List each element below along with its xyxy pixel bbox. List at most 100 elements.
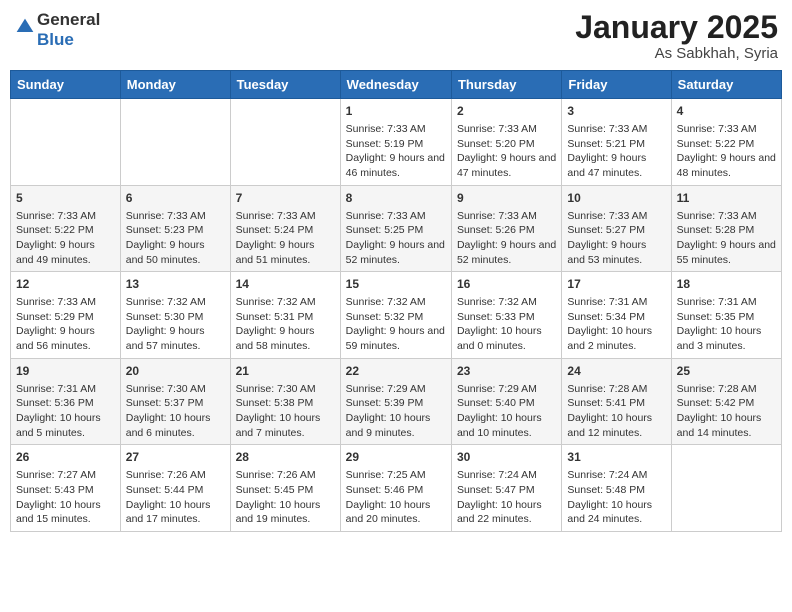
calendar-cell: 3Sunrise: 7:33 AMSunset: 5:21 PMDaylight… (562, 99, 671, 186)
calendar-cell: 30Sunrise: 7:24 AMSunset: 5:47 PMDayligh… (451, 445, 561, 532)
day-info: Sunset: 5:30 PM (126, 310, 225, 325)
day-number: 1 (346, 103, 446, 120)
day-info: Sunset: 5:24 PM (236, 223, 335, 238)
calendar-cell (11, 99, 121, 186)
day-info: Sunset: 5:22 PM (16, 223, 115, 238)
day-number: 25 (677, 363, 776, 380)
calendar-cell: 26 Sunrise: 7:27 AMSunset: 5:43 PMDayligh… (11, 445, 121, 532)
calendar-cell: 28Sunrise: 7:26 AMSunset: 5:45 PMDayligh… (230, 445, 340, 532)
day-info: Sunset: 5:37 PM (126, 396, 225, 411)
day-info: Sunrise: 7:24 AM (457, 468, 556, 483)
calendar-cell: 5Sunrise: 7:33 AMSunset: 5:22 PMDaylight… (11, 185, 121, 272)
calendar-cell: 9Sunrise: 7:33 AMSunset: 5:26 PMDaylight… (451, 185, 561, 272)
day-info: Sunrise: 7:33 AM (346, 209, 446, 224)
day-of-week-header: Wednesday (340, 71, 451, 99)
day-info: Daylight: 9 hours and 53 minutes. (567, 238, 665, 267)
day-info: Sunrise: 7:33 AM (457, 122, 556, 137)
day-number: 20 (126, 363, 225, 380)
calendar-cell: 17Sunrise: 7:31 AMSunset: 5:34 PMDayligh… (562, 272, 671, 359)
day-info: Sunrise: 7:32 AM (346, 295, 446, 310)
day-number: 18 (677, 276, 776, 293)
calendar-week-row: 12Sunrise: 7:33 AMSunset: 5:29 PMDayligh… (11, 272, 782, 359)
day-of-week-header: Monday (120, 71, 230, 99)
day-info: Daylight: 10 hours and 15 minutes. (16, 498, 115, 527)
day-number: 4 (677, 103, 776, 120)
day-info: Sunset: 5:19 PM (346, 137, 446, 152)
calendar-cell: 19Sunrise: 7:31 AMSunset: 5:36 PMDayligh… (11, 358, 121, 445)
logo-icon (15, 17, 35, 37)
day-info: Daylight: 9 hours and 59 minutes. (346, 324, 446, 353)
day-info: Daylight: 10 hours and 0 minutes. (457, 324, 556, 353)
calendar-cell: 21Sunrise: 7:30 AMSunset: 5:38 PMDayligh… (230, 358, 340, 445)
day-number: 5 (16, 190, 115, 207)
day-info: Sunset: 5:46 PM (346, 483, 446, 498)
day-info: Sunrise: 7:25 AM (346, 468, 446, 483)
day-info: Sunrise: 7:33 AM (236, 209, 335, 224)
day-number: 22 (346, 363, 446, 380)
calendar-cell: 31Sunrise: 7:24 AMSunset: 5:48 PMDayligh… (562, 445, 671, 532)
day-info: Sunset: 5:43 PM (16, 483, 115, 498)
day-info: Daylight: 10 hours and 10 minutes. (457, 411, 556, 440)
day-info: Sunrise: 7:31 AM (16, 382, 115, 397)
day-info: Sunset: 5:25 PM (346, 223, 446, 238)
day-number: 2 (457, 103, 556, 120)
day-info: Daylight: 9 hours and 57 minutes. (126, 324, 225, 353)
calendar-week-row: 26Sunrise: 7:27 AMSunset: 5:43 PMDayligh… (11, 445, 782, 532)
day-info: Sunset: 5:27 PM (567, 223, 665, 238)
day-of-week-header: Saturday (671, 71, 781, 99)
day-info: Sunset: 5:45 PM (236, 483, 335, 498)
day-number: 7 (236, 190, 335, 207)
day-info: Sunset: 5:34 PM (567, 310, 665, 325)
day-info: Sunset: 5:41 PM (567, 396, 665, 411)
day-info: Daylight: 10 hours and 19 minutes. (236, 498, 335, 527)
calendar-cell: 27Sunrise: 7:26 AMSunset: 5:44 PMDayligh… (120, 445, 230, 532)
day-info: Sunset: 5:47 PM (457, 483, 556, 498)
day-info: Sunset: 5:48 PM (567, 483, 665, 498)
day-info: Sunset: 5:26 PM (457, 223, 556, 238)
day-info: Sunrise: 7:29 AM (346, 382, 446, 397)
day-info: Sunrise: 7:33 AM (567, 122, 665, 137)
calendar-cell: 10Sunrise: 7:33 AMSunset: 5:27 PMDayligh… (562, 185, 671, 272)
day-info: Daylight: 9 hours and 55 minutes. (677, 238, 776, 267)
day-number: 26 (16, 449, 115, 466)
calendar-cell: 12Sunrise: 7:33 AMSunset: 5:29 PMDayligh… (11, 272, 121, 359)
day-info: Sunrise: 7:26 AM (236, 468, 335, 483)
day-info: Sunrise: 7:27 AM (16, 468, 115, 483)
day-info: Daylight: 10 hours and 14 minutes. (677, 411, 776, 440)
day-info: Sunset: 5:22 PM (677, 137, 776, 152)
logo: General Blue (14, 10, 100, 49)
day-number: 15 (346, 276, 446, 293)
day-number: 27 (126, 449, 225, 466)
day-info: Sunset: 5:40 PM (457, 396, 556, 411)
calendar-cell: 4Sunrise: 7:33 AMSunset: 5:22 PMDaylight… (671, 99, 781, 186)
calendar-header-row: SundayMondayTuesdayWednesdayThursdayFrid… (11, 71, 782, 99)
calendar-cell: 13Sunrise: 7:32 AMSunset: 5:30 PMDayligh… (120, 272, 230, 359)
day-info: Daylight: 9 hours and 50 minutes. (126, 238, 225, 267)
day-info: Sunrise: 7:33 AM (126, 209, 225, 224)
day-info: Daylight: 10 hours and 3 minutes. (677, 324, 776, 353)
title-block: January 2025 As Sabkhah, Syria (575, 10, 778, 62)
day-info: Sunrise: 7:33 AM (346, 122, 446, 137)
day-info: Sunrise: 7:32 AM (236, 295, 335, 310)
day-info: Daylight: 10 hours and 12 minutes. (567, 411, 665, 440)
day-info: Daylight: 9 hours and 56 minutes. (16, 324, 115, 353)
day-info: Daylight: 10 hours and 5 minutes. (16, 411, 115, 440)
day-number: 30 (457, 449, 556, 466)
calendar-cell: 15Sunrise: 7:32 AMSunset: 5:32 PMDayligh… (340, 272, 451, 359)
day-info: Sunrise: 7:33 AM (16, 209, 115, 224)
calendar-cell: 18Sunrise: 7:31 AMSunset: 5:35 PMDayligh… (671, 272, 781, 359)
day-info: Daylight: 9 hours and 47 minutes. (457, 151, 556, 180)
calendar-cell: 25Sunrise: 7:28 AMSunset: 5:42 PMDayligh… (671, 358, 781, 445)
day-info: Sunrise: 7:33 AM (677, 209, 776, 224)
calendar-cell: 20Sunrise: 7:30 AMSunset: 5:37 PMDayligh… (120, 358, 230, 445)
day-of-week-header: Friday (562, 71, 671, 99)
day-info: Sunset: 5:42 PM (677, 396, 776, 411)
day-number: 6 (126, 190, 225, 207)
day-info: Sunset: 5:31 PM (236, 310, 335, 325)
day-info: Sunset: 5:29 PM (16, 310, 115, 325)
calendar-cell (671, 445, 781, 532)
day-number: 9 (457, 190, 556, 207)
day-info: Daylight: 10 hours and 24 minutes. (567, 498, 665, 527)
day-of-week-header: Thursday (451, 71, 561, 99)
day-info: Sunrise: 7:33 AM (457, 209, 556, 224)
